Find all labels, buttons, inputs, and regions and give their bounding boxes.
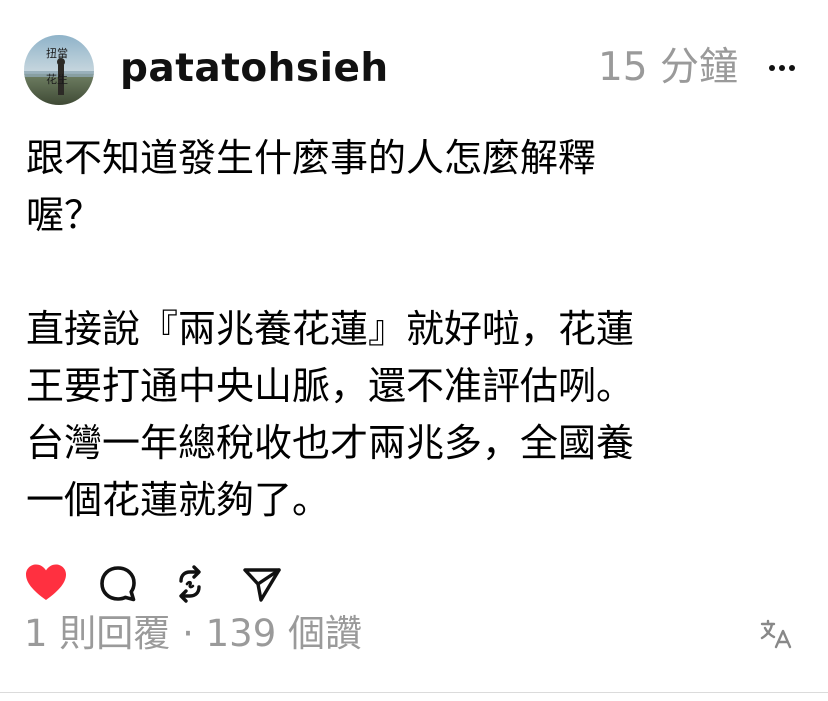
ellipsis-icon — [769, 65, 795, 71]
post-divider — [0, 692, 828, 693]
post-body: 跟不知道發生什麼事的人怎麼解釋 喔？ 直接說『兩兆養花蓮』就好啦，花蓮 王要打通… — [26, 136, 635, 522]
stats-separator: · — [182, 612, 194, 655]
like-button[interactable] — [24, 562, 68, 606]
reply-button[interactable] — [96, 562, 140, 606]
post-stats: 1 則回覆 · 139 個讚 — [24, 610, 362, 658]
repost-button[interactable] — [168, 562, 212, 606]
heart-icon — [26, 564, 66, 600]
replies-count[interactable]: 1 則回覆 — [24, 612, 170, 655]
likes-count[interactable]: 139 個讚 — [206, 612, 362, 655]
send-icon — [243, 568, 281, 602]
translate-button[interactable] — [760, 618, 794, 650]
username[interactable]: patatohsieh — [120, 46, 389, 92]
share-button[interactable] — [240, 562, 284, 606]
timestamp: 15 分鐘 — [597, 45, 738, 90]
avatar-image: 扭當 花生 — [24, 35, 94, 105]
avatar-text-top: 扭當 — [46, 46, 68, 60]
more-options-button[interactable] — [764, 56, 800, 80]
repost-icon — [179, 565, 201, 603]
avatar-text-bottom: 花生 — [46, 72, 68, 86]
translate-icon — [760, 619, 792, 649]
thread-post: 扭當 花生 patatohsieh 15 分鐘 跟不知道發生什麼事的人怎麼解釋 … — [0, 0, 828, 701]
avatar[interactable]: 扭當 花生 — [24, 35, 94, 105]
comment-icon — [100, 566, 136, 602]
